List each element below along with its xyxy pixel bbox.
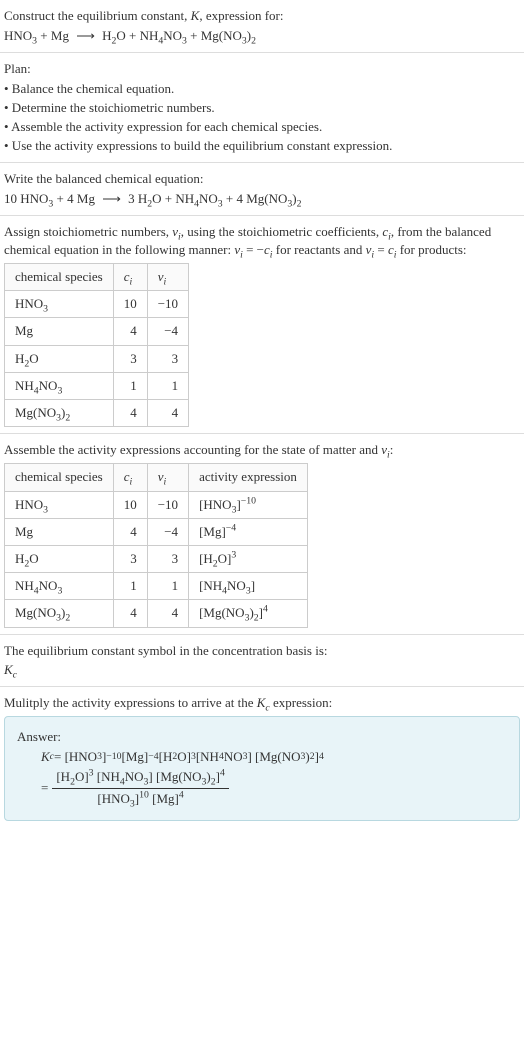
unbalanced-equation: HNO3 + Mg ⟶ H2O + NH4NO3 + Mg(NO3)2 (4, 27, 520, 45)
stoich-intro: Assign stoichiometric numbers, νi, using… (4, 223, 520, 259)
col-ci: ci (113, 464, 147, 491)
plan-title: Plan: (4, 60, 520, 78)
table-row: NH4NO311 (5, 372, 189, 399)
kc-symbol-title: The equilibrium constant symbol in the c… (4, 642, 520, 660)
plan-item: • Use the activity expressions to build … (4, 137, 520, 155)
kc-expression: Kc = [HNO3]−10 [Mg]−4 [H2O]3 [NH4NO3] [M… (17, 748, 507, 808)
plan-section: Plan: • Balance the chemical equation. •… (0, 53, 524, 163)
table-row: HNO3 10−10 [HNO3]−10 (5, 491, 308, 518)
plan-item: • Balance the chemical equation. (4, 80, 520, 98)
activity-table: chemical species ci νi activity expressi… (4, 463, 308, 627)
table-row: NH4NO3 11 [NH4NO3] (5, 573, 308, 600)
plan-item: • Assemble the activity expression for e… (4, 118, 520, 136)
table-row: Mg4−4 (5, 318, 189, 345)
plan-item: • Determine the stoichiometric numbers. (4, 99, 520, 117)
col-vi: νi (147, 464, 188, 491)
col-species: chemical species (5, 464, 114, 491)
stoich-table: chemical species ci νi HNO310−10 Mg4−4 H… (4, 263, 189, 427)
table-row: H2O 33 [H2O]3 (5, 545, 308, 572)
table-row: Mg 4−4 [Mg]−4 (5, 518, 308, 545)
col-vi: νi (147, 264, 188, 291)
answer-label: Answer: (17, 728, 507, 746)
kc-symbol: Kc (4, 661, 520, 679)
col-ci: ci (113, 264, 147, 291)
arrow-icon: ⟶ (72, 28, 99, 43)
col-species: chemical species (5, 264, 114, 291)
table-row: HNO310−10 (5, 291, 189, 318)
answer-box: Answer: Kc = [HNO3]−10 [Mg]−4 [H2O]3 [NH… (4, 716, 520, 821)
arrow-icon: ⟶ (98, 191, 125, 206)
fraction: [H2O]3 [NH4NO3] [Mg(NO3)2]4 [HNO3]10 [Mg… (52, 768, 228, 807)
balanced-equation: 10 HNO3 + 4 Mg ⟶ 3 H2O + NH4NO3 + 4 Mg(N… (4, 190, 520, 208)
table-row: Mg(NO3)244 (5, 400, 189, 427)
multiply-title: Mulitply the activity expressions to arr… (4, 694, 520, 712)
col-activity: activity expression (189, 464, 308, 491)
prompt-title: Construct the equilibrium constant, K, e… (4, 7, 520, 25)
activity-title: Assemble the activity expressions accoun… (4, 441, 520, 459)
table-row: H2O33 (5, 345, 189, 372)
balanced-title: Write the balanced chemical equation: (4, 170, 520, 188)
table-row: Mg(NO3)2 44 [Mg(NO3)2]4 (5, 600, 308, 627)
